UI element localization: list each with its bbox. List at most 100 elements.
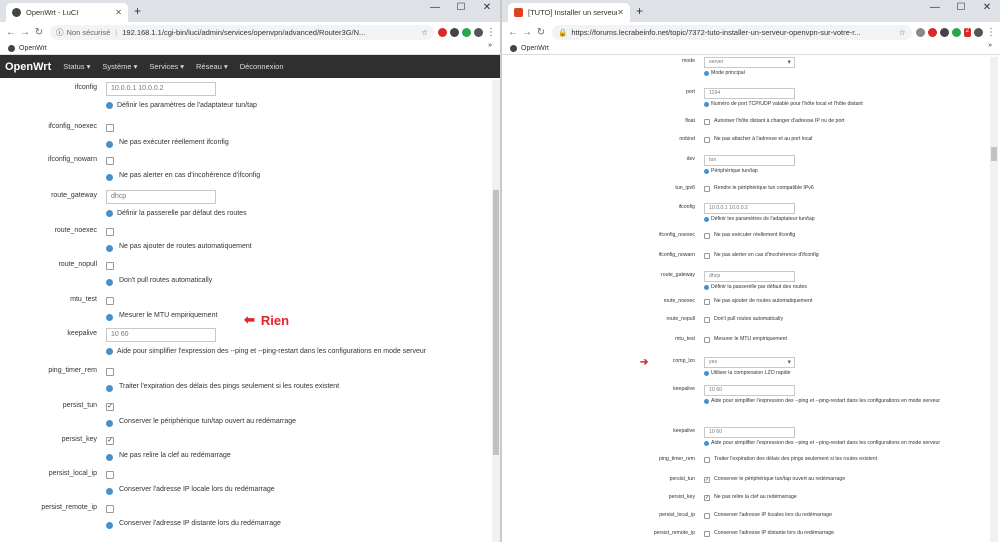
field-input-ifconfig[interactable]: 10.0.0.1 10.0.0.2 bbox=[704, 203, 795, 214]
reload-icon[interactable]: ↻ bbox=[534, 27, 548, 38]
help-text: Définir la passerelle par défaut des rou… bbox=[711, 284, 808, 290]
adblock-extension-icon[interactable] bbox=[927, 27, 937, 37]
avatar-icon[interactable] bbox=[974, 27, 983, 37]
field-input-keepalive[interactable]: 10 60 bbox=[106, 328, 216, 342]
scrollbar-right[interactable] bbox=[990, 57, 998, 542]
translate-extension-icon[interactable] bbox=[915, 27, 925, 37]
field-input-port[interactable]: 1194 bbox=[704, 88, 795, 99]
field-input-dev[interactable]: tun bbox=[704, 155, 795, 166]
checkbox-text-ping-timer-rem: Traiter l'expiration des délais des ping… bbox=[119, 383, 340, 390]
new-tab-icon[interactable]: + bbox=[134, 4, 141, 18]
tag-extension-icon[interactable] bbox=[939, 27, 949, 37]
checkbox-persist-local-ip[interactable] bbox=[106, 471, 114, 479]
close-tab-icon[interactable]: ✕ bbox=[115, 8, 122, 17]
green-extension-icon[interactable] bbox=[462, 27, 471, 37]
checkbox-persist-tun[interactable]: ✓ bbox=[106, 403, 114, 411]
scrollbar-left[interactable] bbox=[492, 80, 500, 542]
help-info-icon bbox=[106, 314, 113, 321]
green-extension-icon[interactable] bbox=[951, 27, 961, 37]
scrollbar-thumb-right[interactable] bbox=[991, 147, 997, 161]
openwrt-brand[interactable]: OpenWrt bbox=[0, 61, 63, 73]
maximize-icon[interactable]: ☐ bbox=[948, 0, 974, 16]
checkbox-ifconfig-nowarn[interactable] bbox=[106, 157, 114, 165]
new-tab-icon[interactable]: + bbox=[636, 4, 643, 18]
field-label-ping-timer-rem: ping_timer_rem bbox=[48, 367, 97, 374]
menu-systeme[interactable]: Système ▾ bbox=[102, 62, 137, 71]
checkbox-ifconfig-nowarn[interactable] bbox=[704, 253, 710, 259]
minimize-icon[interactable]: — bbox=[922, 0, 948, 16]
tab-tuto-openvpn[interactable]: [TUTO] Installer un serveur Open ✕ bbox=[508, 3, 630, 22]
field-label-ifconfig-nowarn: ifconfig_nowarn bbox=[658, 252, 695, 258]
adblock-extension-icon[interactable] bbox=[438, 27, 447, 37]
close-window-icon[interactable]: ✕ bbox=[474, 0, 500, 16]
minimize-icon[interactable]: — bbox=[422, 0, 448, 16]
checkbox-route-noexec[interactable] bbox=[704, 299, 710, 305]
menu-status[interactable]: Status ▾ bbox=[63, 62, 90, 71]
scrollbar-thumb-left[interactable] bbox=[493, 190, 499, 455]
checkbox-persist-tun[interactable]: ✓ bbox=[704, 477, 710, 483]
maximize-icon[interactable]: ☐ bbox=[448, 0, 474, 16]
lock-icon[interactable]: 🔒 bbox=[558, 28, 567, 37]
info-icon[interactable]: ⓘ bbox=[56, 27, 64, 38]
back-arrow-icon[interactable]: ← bbox=[506, 27, 520, 38]
checkbox-float[interactable] bbox=[704, 119, 710, 125]
address-bar[interactable]: ⓘ Non sécurisé | 192.168.1.1/cgi-bin/luc… bbox=[50, 24, 434, 40]
tag-extension-icon[interactable] bbox=[450, 27, 459, 37]
checkbox-persist-remote-ip[interactable] bbox=[704, 531, 710, 537]
checkbox-route-nopull[interactable] bbox=[106, 262, 114, 270]
extensions bbox=[438, 27, 483, 37]
forward-arrow-icon[interactable]: → bbox=[18, 27, 32, 38]
address-bar[interactable]: 🔒 https://forums.lecrabeinfo.net/topic/7… bbox=[552, 24, 912, 40]
checkbox-ifconfig-noexec[interactable] bbox=[106, 124, 114, 132]
field-help-port: Numéro de port TCP/UDP valable pour l'hô… bbox=[704, 101, 863, 107]
close-tab-icon[interactable]: ✕ bbox=[617, 8, 624, 17]
field-input-keepalive[interactable]: 10 60 bbox=[704, 385, 795, 396]
checkbox-mtu-test[interactable] bbox=[704, 337, 710, 343]
checkbox-persist-remote-ip[interactable] bbox=[106, 505, 114, 513]
field-input-comp-lzo[interactable]: yes bbox=[704, 357, 795, 368]
checkbox-ping-timer-rem[interactable] bbox=[704, 457, 710, 463]
browser-menu-icon[interactable]: ⋮ bbox=[986, 27, 996, 38]
tab-openwrt-luci[interactable]: OpenWrt - LuCI ✕ bbox=[6, 3, 128, 22]
bookmark-star-icon[interactable]: ☆ bbox=[895, 28, 906, 37]
field-label-mtu-test: mtu_test bbox=[675, 336, 695, 342]
reload-icon[interactable]: ↻ bbox=[32, 27, 46, 38]
bookmarks-overflow-icon[interactable]: » bbox=[988, 42, 992, 49]
menu-services[interactable]: Services ▾ bbox=[149, 62, 184, 71]
help-info-icon bbox=[704, 398, 709, 404]
tab-title: [TUTO] Installer un serveur Open bbox=[528, 8, 618, 17]
field-input-mode[interactable]: server bbox=[704, 57, 795, 68]
field-help-ifconfig: Définir les paramètres de l'adaptateur t… bbox=[106, 102, 257, 109]
back-arrow-icon[interactable]: ← bbox=[4, 27, 18, 38]
checkbox-mtu-test[interactable] bbox=[106, 297, 114, 305]
checkbox-text-route-nopull: Don't pull routes automatically bbox=[714, 316, 784, 322]
close-window-icon[interactable]: ✕ bbox=[974, 0, 1000, 16]
field-input-keepalive[interactable]: 10 60 bbox=[704, 427, 795, 438]
checkbox-ifconfig-noexec[interactable] bbox=[704, 233, 710, 239]
checkbox-persist-local-ip[interactable] bbox=[704, 513, 710, 519]
menu-deconnexion[interactable]: Déconnexion bbox=[240, 62, 284, 71]
forward-arrow-icon[interactable]: → bbox=[520, 27, 534, 38]
url-text: 192.168.1.1/cgi-bin/luci/admin/services/… bbox=[122, 27, 366, 37]
checkbox-tun-ipv6[interactable] bbox=[704, 186, 710, 192]
field-input-route-gateway[interactable]: dhcp bbox=[106, 190, 216, 204]
checkbox-nobind[interactable] bbox=[704, 137, 710, 143]
menu-reseau[interactable]: Réseau ▾ bbox=[196, 62, 228, 71]
help-info-icon bbox=[704, 370, 709, 376]
bookmark-openwrt[interactable]: OpenWrt bbox=[521, 45, 549, 52]
checkbox-persist-key[interactable]: ✓ bbox=[704, 495, 710, 501]
field-help-keepalive: Aide pour simplifier l'expression des --… bbox=[704, 440, 940, 446]
bookmarks-overflow-icon[interactable]: » bbox=[488, 42, 492, 49]
field-input-route-gateway[interactable]: dhcp bbox=[704, 271, 795, 282]
bookmark-star-icon[interactable]: ☆ bbox=[417, 28, 428, 37]
browser-menu-icon[interactable]: ⋮ bbox=[486, 27, 496, 38]
checkbox-route-noexec[interactable] bbox=[106, 228, 114, 236]
checkbox-persist-key[interactable]: ✓ bbox=[106, 437, 114, 445]
bookmark-openwrt[interactable]: OpenWrt bbox=[19, 45, 47, 52]
checkbox-ping-timer-rem[interactable] bbox=[106, 368, 114, 376]
checkbox-text-ifconfig-nowarn: Ne pas alerter en cas d'incohérence d'if… bbox=[119, 172, 261, 179]
field-input-ifconfig[interactable]: 10.0.0.1 10.0.0.2 bbox=[106, 82, 216, 96]
help-info-icon bbox=[106, 210, 113, 217]
checkbox-route-nopull[interactable] bbox=[704, 317, 710, 323]
avatar-icon[interactable] bbox=[474, 27, 483, 37]
